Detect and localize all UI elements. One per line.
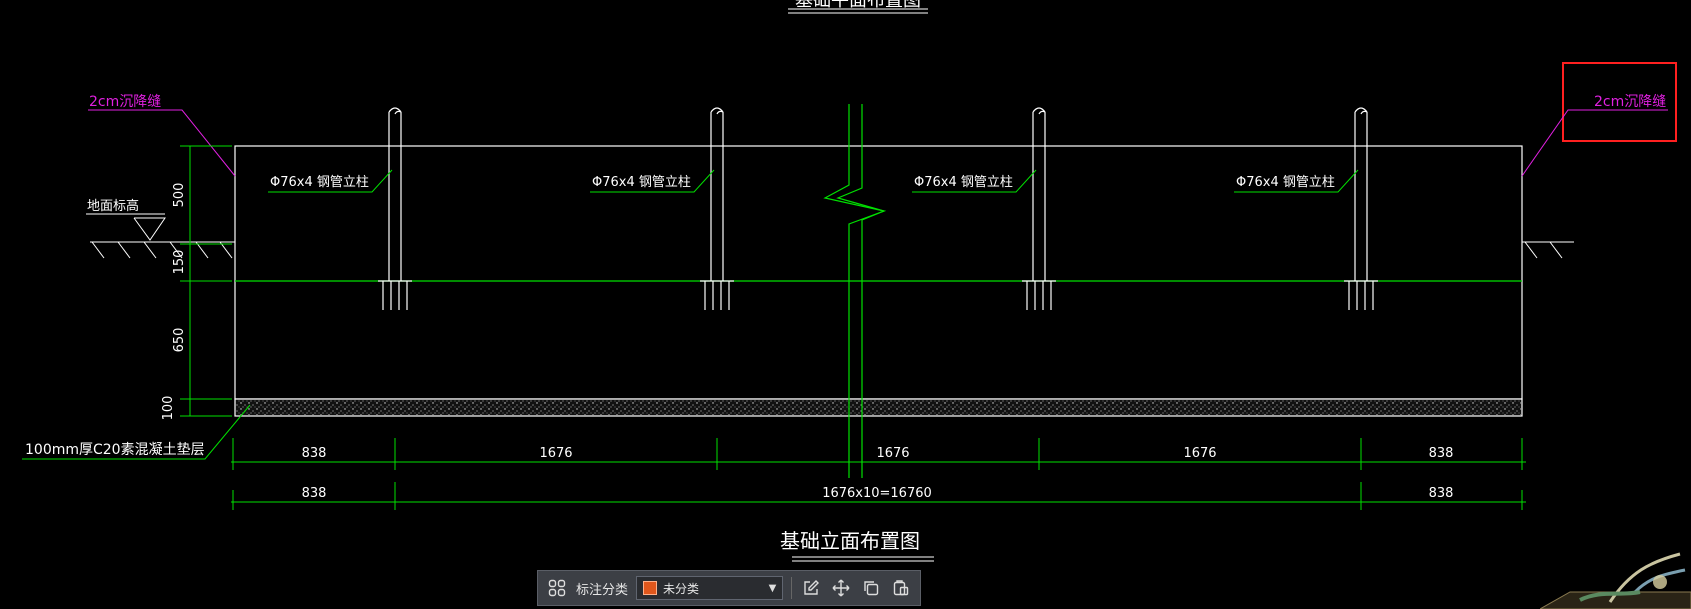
steel-post-2 [700, 107, 734, 310]
toolbar-divider [791, 577, 793, 599]
settlement-joint-right-label: 2cm沉降缝 [1594, 94, 1666, 110]
settlement-joint-left-leader [88, 109, 236, 177]
settlement-joint-right-leader [1521, 109, 1668, 177]
post-label-2: Φ76x4 钢管立柱 [592, 175, 691, 190]
ground-elevation-label: 地面标高 [87, 198, 139, 214]
annotation-toolbar: 标注分类 未分类 ▼ [537, 570, 921, 606]
post-leaders [268, 169, 1359, 193]
drawing-title-bottom: 基础立面布置图 [780, 529, 920, 553]
dim-838-b: 838 [1429, 446, 1454, 461]
dim-838-a: 838 [302, 446, 327, 461]
post-label-4: Φ76x4 钢管立柱 [1236, 175, 1335, 190]
steel-post-4 [1344, 107, 1378, 310]
vertical-dimension-chain [180, 145, 232, 417]
cushion-label: 100mm厚C20素混凝土垫层 [25, 442, 205, 458]
category-select-value: 未分类 [662, 581, 699, 596]
cad-drawing-canvas[interactable]: 基础平面布置图 地面标高 Φ76x4 钢管立柱 Φ76x4 钢管立柱 Φ76x4… [0, 0, 1691, 609]
category-select[interactable]: 未分类 ▼ [635, 576, 784, 600]
vdim-100: 100 [161, 396, 176, 421]
category-label: 标注分类 [575, 582, 628, 598]
ground-line-left [86, 213, 235, 259]
break-line [823, 104, 887, 478]
vdim-650: 650 [172, 328, 187, 353]
settlement-joint-left-label: 2cm沉降缝 [89, 94, 161, 110]
steel-post-3 [1022, 107, 1056, 310]
dim-1676-b: 1676 [876, 446, 909, 461]
steel-post-1 [378, 107, 412, 310]
dim2-total: 1676x10=16760 [822, 486, 932, 501]
dim2-838-a: 838 [302, 486, 327, 501]
dim-1676-c: 1676 [1183, 446, 1216, 461]
chevron-down-icon: ▼ [768, 582, 777, 594]
ground-line-right [1522, 241, 1574, 259]
dim-1676-a: 1676 [539, 446, 572, 461]
decorative-ornament [1540, 552, 1691, 609]
grid-icon[interactable] [546, 576, 568, 600]
post-label-3: Φ76x4 钢管立柱 [914, 175, 1013, 190]
paste-icon[interactable] [890, 576, 912, 600]
post-label-1: Φ76x4 钢管立柱 [270, 175, 369, 190]
copy-icon[interactable] [860, 576, 882, 600]
move-icon[interactable] [830, 576, 852, 600]
edit-icon[interactable] [800, 576, 822, 600]
dim2-838-b: 838 [1429, 486, 1454, 501]
vdim-500: 500 [172, 183, 187, 208]
category-color-swatch [642, 581, 657, 595]
vdim-150: 150 [172, 250, 187, 275]
